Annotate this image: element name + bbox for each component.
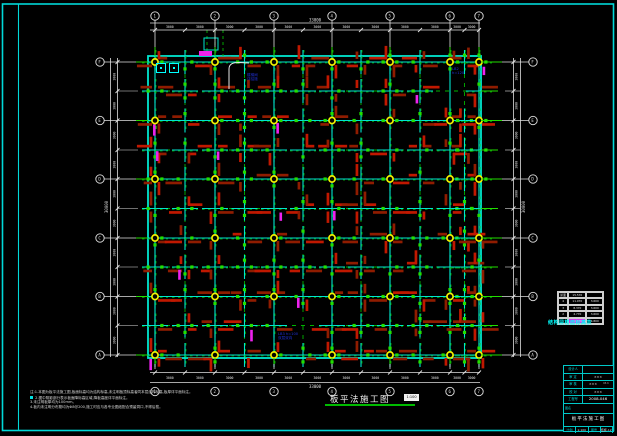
svg-text:3000: 3000 (372, 25, 380, 29)
title-block-bottom-value: 结施-12 (601, 427, 614, 433)
svg-text:3000: 3000 (113, 307, 117, 315)
svg-text:3000: 3000 (226, 25, 234, 29)
svg-text:3000: 3000 (314, 25, 322, 29)
slab-annotation-1: 楼梯间详结施 (247, 73, 258, 81)
dimension-chains: 3000300030003000300030003000300030003000… (96, 12, 537, 396)
general-note-3: 3.未注明板厚均为100mm。 (30, 400, 76, 404)
svg-text:3000: 3000 (515, 190, 519, 198)
drawing-scale: 1:100 (404, 394, 419, 401)
general-note-1: 注:1.本图为板平法施工图,板面标高均为结构标高,未注明板顶标高者同本层结构标高… (30, 390, 193, 394)
svg-text:3000: 3000 (113, 102, 117, 110)
title-block-value: 2008-046 (583, 396, 613, 403)
svg-text:3000: 3000 (343, 376, 351, 380)
title-block: 设计人审 定×××审 核×××08.6校 对×××工程号2008-046 图名 … (563, 365, 614, 432)
svg-text:3000: 3000 (285, 376, 293, 380)
svg-text:33000: 33000 (309, 18, 322, 23)
svg-text:3000: 3000 (372, 376, 380, 380)
cad-drawing-stage: 3000300030003000300030003000300030003000… (0, 0, 617, 436)
title-block-row-5: 工程号2008-046 (564, 396, 613, 404)
svg-text:3000: 3000 (166, 376, 174, 380)
title-block-bottom-label: 比例 (564, 427, 576, 433)
title-block-name-label: 图名 (564, 404, 613, 414)
svg-text:3000: 3000 (515, 73, 519, 81)
svg-text:3000: 3000 (113, 190, 117, 198)
svg-text:3000: 3000 (401, 25, 409, 29)
svg-text:3000: 3000 (515, 131, 519, 139)
title-block-bottom-label: 图号 (589, 427, 601, 433)
svg-text:3000: 3000 (113, 73, 117, 81)
beam-symbols (137, 45, 499, 371)
storey-elevation-caption: 结构层楼面标高表 (548, 319, 592, 326)
svg-text:3000: 3000 (226, 376, 234, 380)
title-block-row-4: 校 对××× (564, 389, 613, 397)
svg-text:3000: 3000 (113, 219, 117, 227)
svg-text:3000: 3000 (196, 376, 204, 380)
title-block-value: ××× (583, 389, 613, 396)
svg-text:3000: 3000 (255, 25, 263, 29)
svg-text:33000: 33000 (309, 384, 322, 389)
svg-text:3000: 3000 (515, 336, 519, 344)
title-block-value (583, 366, 613, 373)
title-block-label: 工程号 (564, 396, 583, 403)
svg-text:3000: 3000 (285, 25, 293, 29)
title-underline (325, 404, 415, 406)
title-block-bottom-value: 1:100 (576, 427, 589, 433)
svg-text:3000: 3000 (196, 25, 204, 29)
svg-text:3000: 3000 (255, 376, 263, 380)
title-block-rows: 设计人审 定×××审 核×××08.6校 对×××工程号2008-046 (564, 366, 613, 404)
svg-text:3000: 3000 (113, 161, 117, 169)
title-block-label: 审 定 (564, 374, 583, 381)
title-block-value: ××× (583, 374, 613, 381)
slab-annotation-3: LB3 h=100双层双向 (278, 332, 298, 340)
svg-text:3000: 3000 (431, 376, 439, 380)
title-block-bottom-row: 比例1:100图号结施-12 (564, 427, 613, 433)
svg-text:3000: 3000 (515, 102, 519, 110)
grid-lines (148, 56, 481, 358)
svg-text:3000: 3000 (401, 376, 409, 380)
svg-text:3000: 3000 (113, 131, 117, 139)
svg-text:3000: 3000 (113, 278, 117, 286)
general-note-4: 4.板内未注明分布筋均为Φ8@200,施工时应与各专业图纸配合预留洞口,不得后凿… (30, 405, 163, 409)
title-block-row-1: 设计人 (564, 366, 613, 374)
title-block-drawing-name: 板平法施工图 (564, 414, 613, 427)
svg-text:3000: 3000 (515, 219, 519, 227)
slab-annotation-2: LB2h=120 (452, 67, 464, 75)
title-block-label: 设计人 (564, 366, 583, 373)
svg-text:3000: 3000 (468, 376, 476, 380)
svg-text:3000: 3000 (314, 376, 322, 380)
svg-text:30000: 30000 (521, 200, 526, 213)
svg-text:3000: 3000 (113, 336, 117, 344)
svg-text:3000: 3000 (343, 25, 351, 29)
note-highlight-square (30, 396, 33, 399)
title-block-row-3: 审 核×××08.6 (564, 381, 613, 389)
title-block-extra: 08.6 (603, 381, 613, 388)
svg-text:3000: 3000 (515, 161, 519, 169)
svg-text:3000: 3000 (453, 25, 461, 29)
floor-plan-drawing: 3000300030003000300030003000300030003000… (0, 0, 617, 436)
title-block-label: 校 对 (564, 389, 583, 396)
svg-text:30000: 30000 (104, 200, 109, 213)
svg-text:3000: 3000 (468, 25, 476, 29)
svg-text:3000: 3000 (515, 278, 519, 286)
svg-text:3000: 3000 (515, 307, 519, 315)
svg-text:3000: 3000 (113, 249, 117, 257)
title-block-label: 审 核 (564, 381, 583, 388)
svg-text:3000: 3000 (431, 25, 439, 29)
general-note-2: 2.图中阴影部分表示板面降标高区域,降板高度详平面标注。 (30, 396, 130, 400)
svg-text:3000: 3000 (515, 249, 519, 257)
svg-text:3000: 3000 (453, 376, 461, 380)
svg-text:3000: 3000 (166, 25, 174, 29)
title-block-value: ××× (583, 381, 603, 388)
title-block-row-2: 审 定××× (564, 374, 613, 382)
